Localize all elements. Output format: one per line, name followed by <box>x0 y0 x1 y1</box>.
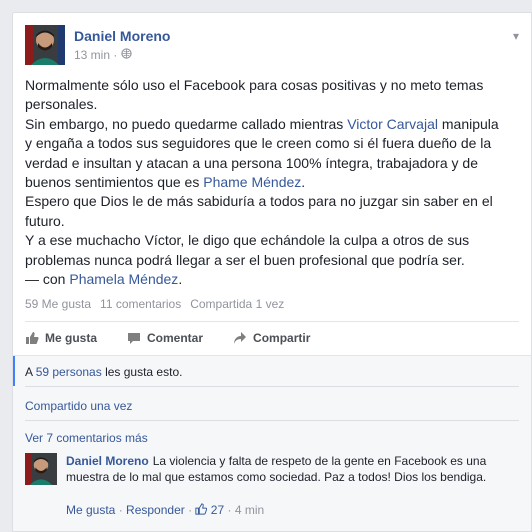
text-segment: — con <box>25 271 70 288</box>
divider <box>25 321 519 322</box>
comments-count[interactable]: 11 comentarios <box>100 297 181 311</box>
like-label: Me gusta <box>45 331 98 345</box>
post-text: Normalmente sólo uso el Facebook para co… <box>25 76 519 289</box>
post-text-line: Espero que Dios le de más sabiduría a to… <box>25 192 519 211</box>
thumbs-up-icon <box>26 332 39 344</box>
post-text-line: y engaña a todos sus seguidores que le c… <box>25 134 519 153</box>
comment-body: Daniel Moreno La violencia y falta de res… <box>66 453 506 485</box>
post-text-line: futuro. <box>25 212 519 231</box>
post-text-line: buenos sentimientos que es Phame Méndez. <box>25 173 519 192</box>
shared-link[interactable]: Compartido una vez <box>25 399 132 413</box>
post-card: Daniel Moreno 13 min · ▾ Normalmente sól… <box>12 12 532 532</box>
post-actions: Me gusta Comentar Compartir <box>25 331 310 345</box>
commenter-name[interactable]: Daniel Moreno <box>66 454 149 468</box>
author-avatar[interactable] <box>25 25 65 65</box>
likes-count[interactable]: 59 Me gusta <box>25 297 91 311</box>
post-author-name[interactable]: Daniel Moreno <box>74 28 170 44</box>
comment-meta: Me gusta · Responder · 27 · 4 min <box>66 503 265 517</box>
comment-button[interactable]: Comentar <box>127 331 203 345</box>
post-text-line: Y a ese muchacho Víctor, le digo que ech… <box>25 231 519 250</box>
person-tag-link[interactable]: Victor Carvajal <box>347 116 438 132</box>
comment-time[interactable]: 4 min <box>235 503 264 517</box>
text-segment: manipula <box>437 115 499 132</box>
post-text-line: problemas nunca podrá llegar a ser el bu… <box>25 251 519 270</box>
post-text-line: Sin embargo, no puedo quedarme callado m… <box>25 115 519 134</box>
like-button[interactable]: Me gusta <box>25 331 97 345</box>
text-segment: Sin embargo, no puedo quedarme callado m… <box>25 115 348 132</box>
text-segment: y engaña a todos sus seguidores que le c… <box>25 135 492 152</box>
more-comments: Ver 7 comentarios más <box>25 431 519 445</box>
share-button[interactable]: Compartir <box>233 331 310 345</box>
likes-people-link[interactable]: 59 personas <box>36 365 102 379</box>
post-text-line: Normalmente sólo uso el Facebook para co… <box>25 76 519 95</box>
text-segment: personales. <box>25 96 98 113</box>
commenter-avatar[interactable] <box>25 453 57 485</box>
thumbs-up-icon <box>195 503 208 515</box>
comment-like-count[interactable]: 27 <box>195 503 227 517</box>
comment-reply-link[interactable]: Responder <box>126 503 185 517</box>
share-icon <box>234 332 247 344</box>
globe-icon <box>121 48 133 62</box>
divider <box>25 386 519 387</box>
post-text-line: personales. <box>25 95 519 114</box>
shares-count[interactable]: Compartida 1 vez <box>190 297 284 311</box>
likes-suffix: les gusta esto. <box>101 365 183 379</box>
shared-summary: Compartido una vez <box>25 399 519 413</box>
post-text-line: — con Phamela Méndez. <box>25 270 519 289</box>
post-meta: 13 min · <box>74 48 133 62</box>
text-segment: . <box>301 174 306 191</box>
likes-summary: A 59 personas les gusta esto. <box>25 365 519 379</box>
text-segment: futuro. <box>25 212 65 229</box>
text-segment: problemas nunca podrá llegar a ser el bu… <box>25 251 465 268</box>
post-stats: 59 Me gusta 11 comentarios Compartida 1 … <box>25 297 284 311</box>
text-segment: . <box>178 271 183 288</box>
share-label: Compartir <box>253 331 311 345</box>
chevron-down-icon[interactable]: ▾ <box>513 29 519 43</box>
text-segment: Normalmente sólo uso el Facebook para co… <box>25 77 484 93</box>
text-segment: Espero que Dios le de más sabiduría a to… <box>25 193 493 210</box>
comment-label: Comentar <box>147 331 204 345</box>
divider <box>25 420 519 421</box>
comment-icon <box>128 333 141 344</box>
comment-like-link[interactable]: Me gusta <box>66 503 115 517</box>
likes-prefix: A <box>25 365 36 379</box>
text-segment: Y a ese muchacho Víctor, le digo que ech… <box>25 232 470 249</box>
more-comments-link[interactable]: Ver 7 comentarios más <box>25 431 148 445</box>
person-tag-link[interactable]: Phame Méndez <box>203 174 301 190</box>
text-segment: buenos sentimientos que es <box>25 174 204 191</box>
like-count-value: 27 <box>210 503 225 517</box>
post-time[interactable]: 13 min · <box>74 48 117 62</box>
text-segment: verdad e insultan y atacan a una persona… <box>25 154 478 171</box>
person-tag-link[interactable]: Phamela Méndez <box>69 271 178 287</box>
post-text-line: verdad e insultan y atacan a una persona… <box>25 154 519 173</box>
